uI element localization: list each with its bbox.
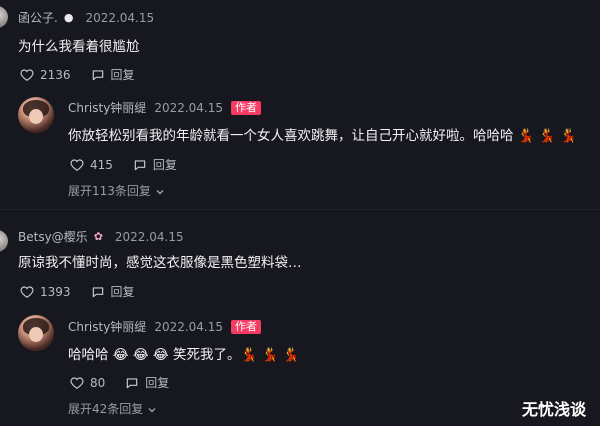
reply-icon[interactable]: [133, 158, 147, 172]
reply-icon[interactable]: [91, 68, 105, 82]
expand-replies-button[interactable]: 展开42条回复: [68, 400, 157, 417]
reply-date: 2022.04.15: [154, 319, 224, 334]
reply-actions: 415 回复: [70, 156, 177, 173]
heart-icon[interactable]: [70, 376, 84, 390]
chevron-down-icon: [155, 186, 165, 196]
expand-replies-label: 展开42条回复: [68, 402, 144, 416]
expand-replies-label: 展开113条回复: [68, 184, 151, 198]
comment-date: 2022.04.15: [85, 10, 155, 25]
comment-text: 为什么我看着很尴尬: [18, 39, 140, 55]
reply-username[interactable]: Christy钟丽缇: [68, 99, 146, 116]
avatar[interactable]: [0, 230, 8, 252]
comment-header: Betsy@樱乐 ✿ 2022.04.15: [18, 228, 184, 245]
author-badge: 作者: [231, 319, 262, 334]
avatar[interactable]: [0, 6, 8, 28]
reply-button[interactable]: 回复: [145, 374, 169, 391]
flower-icon: ✿: [93, 230, 103, 243]
chevron-down-icon: [147, 404, 157, 414]
comment-text: 原谅我不懂时尚，感觉这衣服像是黑色塑料袋…: [18, 255, 302, 271]
reply-actions: 80 回复: [70, 374, 169, 391]
reply-text: 哈哈哈 😂 😂 😂 笑死我了。💃 💃 💃: [68, 347, 300, 363]
reply-button[interactable]: 回复: [153, 156, 177, 173]
reply-button[interactable]: 回复: [111, 66, 135, 83]
reply-icon[interactable]: [91, 285, 105, 299]
like-count: 2136: [40, 67, 71, 82]
heart-icon[interactable]: [70, 158, 84, 172]
comment-username[interactable]: 函公子.: [18, 9, 58, 26]
heart-icon[interactable]: [20, 68, 34, 82]
author-avatar[interactable]: [18, 315, 54, 351]
reply-username[interactable]: Christy钟丽缇: [68, 318, 146, 335]
like-count: 1393: [40, 284, 71, 299]
reply-button[interactable]: 回复: [111, 283, 135, 300]
reply-icon[interactable]: [125, 376, 139, 390]
reply-text: 你放轻松别看我的年龄就看一个女人喜欢跳舞，让自己开心就好啦。哈哈哈 💃 💃 💃: [68, 128, 577, 144]
comment-actions: 1393 回复: [20, 283, 135, 300]
like-count: 415: [90, 157, 113, 172]
reply-date: 2022.04.15: [154, 100, 224, 115]
comment-actions: 2136 回复: [20, 66, 135, 83]
expand-replies-button[interactable]: 展开113条回复: [68, 182, 165, 199]
author-avatar[interactable]: [18, 97, 54, 133]
comment-username[interactable]: Betsy@樱乐: [18, 228, 88, 245]
reply-header: Christy钟丽缇 2022.04.15 作者: [68, 318, 262, 335]
comment-date: 2022.04.15: [114, 229, 184, 244]
author-badge: 作者: [231, 100, 262, 115]
like-count: 80: [90, 375, 106, 390]
divider: [0, 209, 600, 210]
reply-header: Christy钟丽缇 2022.04.15 作者: [68, 99, 262, 116]
heart-icon[interactable]: [20, 285, 34, 299]
watermark: 无忧浅谈: [521, 400, 586, 419]
comment-header: 函公子. ● 2022.04.15: [18, 9, 154, 26]
user-dot-icon: ●: [63, 11, 74, 24]
